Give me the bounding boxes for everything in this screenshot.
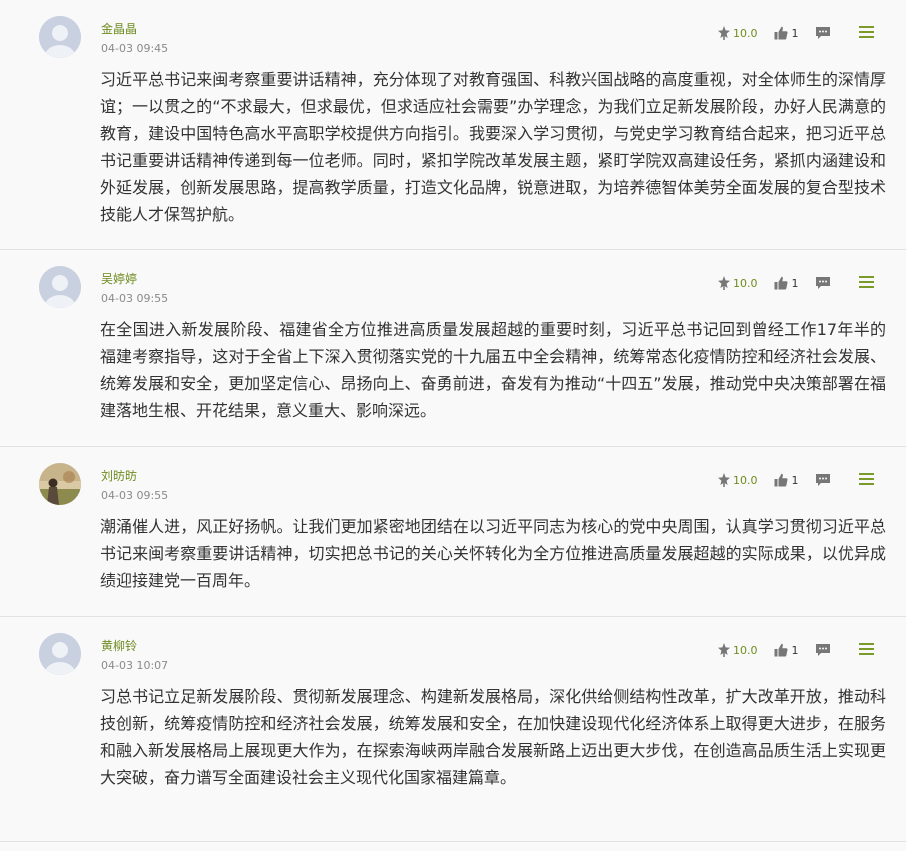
- score-button[interactable]: 10.0: [717, 276, 774, 290]
- thumbs-up-icon: [774, 473, 788, 487]
- chat-bubble-icon: [815, 474, 830, 486]
- like-count: 1: [791, 26, 799, 40]
- avatar[interactable]: [39, 463, 81, 505]
- score-button[interactable]: 10.0: [717, 473, 774, 487]
- menu-icon[interactable]: [859, 643, 874, 658]
- score-value: 10.0: [733, 473, 758, 487]
- like-count: 1: [791, 276, 799, 290]
- like-button[interactable]: 1: [774, 473, 815, 487]
- score-icon: [718, 276, 730, 290]
- comment-text: 习总书记立足新发展阶段、贯彻新发展理念、构建新发展格局，深化供给侧结构性改革，扩…: [100, 687, 886, 787]
- comment-author[interactable]: 金晶晶: [101, 22, 137, 36]
- score-value: 10.0: [733, 276, 758, 290]
- comment-item: 金晶晶 04-03 09:45 10.0 1 习近平总书记来闽考察重要讲话精神，…: [0, 0, 906, 250]
- like-button[interactable]: 1: [774, 276, 815, 290]
- like-button[interactable]: 1: [774, 26, 815, 40]
- comment-time: 04-03 10:07: [101, 659, 169, 672]
- like-button[interactable]: 1: [774, 643, 815, 657]
- comment-item: 吴婷婷 04-03 09:55 10.0 1 在全国进入新发展阶段、福建省全方位…: [0, 250, 906, 447]
- chat-bubble-icon: [815, 644, 830, 656]
- comment-author[interactable]: 黄柳铃: [101, 639, 137, 653]
- reply-button[interactable]: [815, 473, 831, 487]
- menu-icon[interactable]: [859, 473, 874, 488]
- comment-item: 刘昉昉 04-03 09:55 10.0 1 潮涌催人进，风正好扬帆。让我们更加…: [0, 447, 906, 617]
- reply-button[interactable]: [815, 276, 831, 290]
- like-count: 1: [791, 473, 799, 487]
- score-button[interactable]: 10.0: [717, 643, 774, 657]
- chat-bubble-icon: [815, 277, 830, 289]
- avatar[interactable]: [39, 633, 81, 675]
- score-value: 10.0: [733, 643, 758, 657]
- comment-text: 习近平总书记来闽考察重要讲话精神，充分体现了对教育强国、科教兴国战略的高度重视，…: [100, 70, 886, 224]
- chat-bubble-icon: [815, 27, 830, 39]
- comment-actions: 10.0 1: [717, 471, 831, 489]
- comment-text: 在全国进入新发展阶段、福建省全方位推进高质量发展超越的重要时刻，习近平总书记回到…: [100, 320, 886, 420]
- comment-actions: 10.0 1: [717, 641, 831, 659]
- score-value: 10.0: [733, 26, 758, 40]
- thumbs-up-icon: [774, 643, 788, 657]
- score-button[interactable]: 10.0: [717, 26, 774, 40]
- score-icon: [718, 473, 730, 487]
- thumbs-up-icon: [774, 26, 788, 40]
- menu-icon[interactable]: [859, 276, 874, 291]
- score-icon: [718, 643, 730, 657]
- menu-icon[interactable]: [859, 26, 874, 41]
- thumbs-up-icon: [774, 276, 788, 290]
- comment-item: 黄柳铃 04-03 10:07 10.0 1 习总书记立足新发展阶段、贯彻新发展…: [0, 617, 906, 842]
- comment-actions: 10.0 1: [717, 274, 831, 292]
- comment-text: 潮涌催人进，风正好扬帆。让我们更加紧密地团结在以习近平同志为核心的党中央周围，认…: [100, 517, 886, 590]
- avatar[interactable]: [39, 16, 81, 58]
- reply-button[interactable]: [815, 643, 831, 657]
- reply-button[interactable]: [815, 26, 831, 40]
- comment-actions: 10.0 1: [717, 24, 831, 42]
- comment-time: 04-03 09:45: [101, 42, 169, 55]
- comment-author[interactable]: 刘昉昉: [101, 469, 137, 483]
- comment-time: 04-03 09:55: [101, 292, 169, 305]
- avatar[interactable]: [39, 266, 81, 308]
- comment-time: 04-03 09:55: [101, 489, 169, 502]
- comment-author[interactable]: 吴婷婷: [101, 272, 137, 286]
- like-count: 1: [791, 643, 799, 657]
- score-icon: [718, 26, 730, 40]
